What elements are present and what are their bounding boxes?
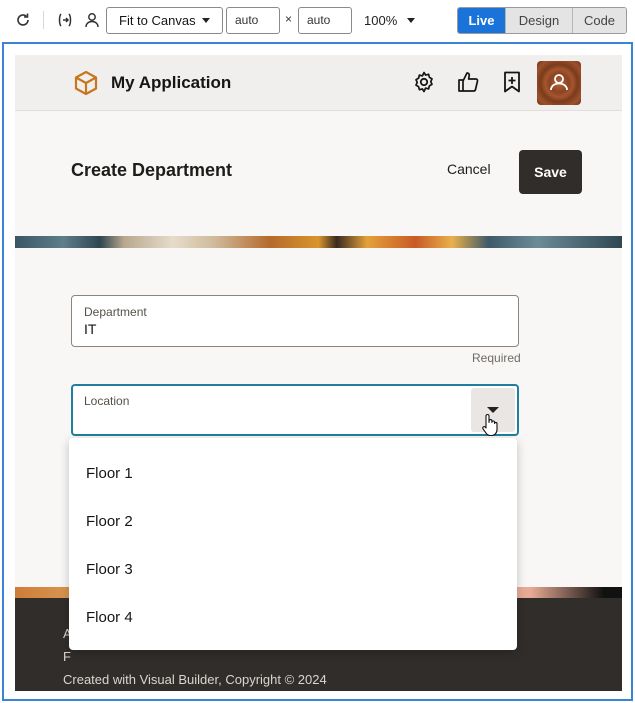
tab-code[interactable]: Code (572, 8, 626, 33)
option-floor-1[interactable]: Floor 1 (86, 465, 133, 482)
width-input[interactable]: auto (226, 7, 280, 34)
department-value[interactable]: IT (84, 321, 96, 337)
location-select[interactable]: Location (71, 384, 519, 436)
option-floor-2[interactable]: Floor 2 (86, 513, 133, 530)
fit-to-canvas-select[interactable]: Fit to Canvas (106, 7, 223, 34)
location-label: Location (84, 394, 130, 408)
fit-to-canvas-label: Fit to Canvas (119, 13, 196, 28)
required-hint: Required (472, 351, 521, 365)
view-mode-switcher: Live Design Code (457, 7, 627, 34)
save-button[interactable]: Save (519, 150, 582, 194)
designer-toolbar: Fit to Canvas auto × auto 100% Live Desi… (0, 0, 635, 42)
gear-icon[interactable] (412, 70, 436, 94)
department-label: Department (84, 305, 147, 319)
tab-live[interactable]: Live (458, 8, 505, 33)
cancel-button[interactable]: Cancel (447, 161, 491, 177)
footer-copyright: Created with Visual Builder, Copyright ©… (63, 672, 327, 687)
hand-cursor-icon (482, 413, 498, 437)
thumbs-up-icon[interactable] (456, 70, 480, 94)
variables-icon[interactable] (55, 10, 75, 30)
avatar[interactable] (537, 61, 581, 105)
page-title: Create Department (71, 160, 233, 180)
app-header: My Application (15, 55, 622, 111)
height-input[interactable]: auto (298, 7, 352, 34)
zoom-level[interactable]: 100% (364, 13, 397, 28)
option-floor-3[interactable]: Floor 3 (86, 561, 133, 578)
refresh-icon[interactable] (13, 10, 33, 30)
user-icon[interactable] (82, 10, 102, 30)
dimension-separator: × (285, 12, 293, 26)
department-field[interactable]: Department IT (71, 295, 519, 347)
toolbar-divider (43, 11, 44, 29)
chevron-down-icon (202, 18, 210, 23)
location-options-list: Floor 1 Floor 2 Floor 3 Floor 4 (69, 438, 517, 650)
bookmark-add-icon[interactable] (500, 70, 524, 94)
tab-design[interactable]: Design (505, 8, 572, 33)
logo-cube-icon[interactable] (73, 70, 99, 96)
footer-line-2[interactable]: F (63, 649, 71, 664)
decorative-banner (15, 236, 622, 248)
option-floor-4[interactable]: Floor 4 (86, 609, 133, 626)
zoom-chevron-down-icon[interactable] (407, 18, 415, 23)
user-icon (550, 74, 568, 91)
app-title: My Application (111, 73, 232, 92)
